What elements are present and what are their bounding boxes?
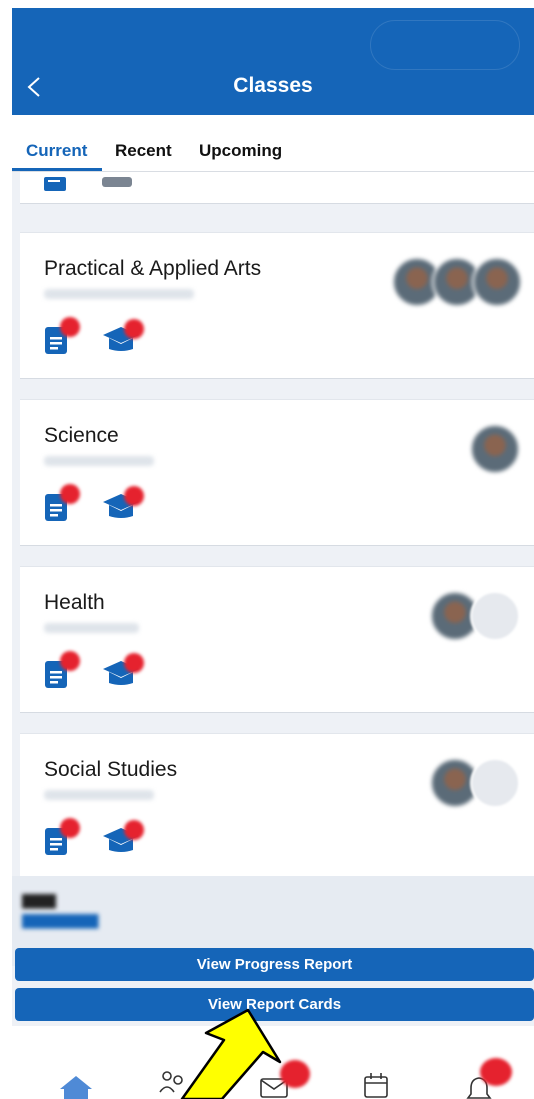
grades-cap-icon — [102, 177, 132, 187]
notification-badge — [60, 818, 80, 838]
class-details — [44, 289, 194, 299]
class-card-health[interactable]: Health — [20, 566, 534, 713]
view-report-cards-button[interactable]: View Report Cards — [15, 988, 534, 1021]
header-decoration — [370, 20, 520, 70]
class-name: Social Studies — [44, 758, 178, 781]
class-name: Practical & Applied Arts — [44, 257, 262, 280]
people-icon[interactable] — [158, 1070, 190, 1099]
assignment-icon — [44, 177, 66, 191]
tab-current[interactable]: Current — [26, 141, 87, 161]
notification-badge — [60, 651, 80, 671]
class-icons — [44, 651, 184, 691]
page-title: Classes — [233, 74, 313, 97]
class-name: Health — [44, 591, 105, 614]
class-details — [44, 456, 154, 466]
class-details — [44, 790, 154, 800]
overall-label: ████ — [22, 894, 57, 908]
class-details — [44, 623, 139, 633]
notification-badge — [124, 653, 144, 673]
app-header: Classes — [12, 8, 534, 115]
calendar-icon[interactable] — [364, 1072, 388, 1098]
class-card[interactable] — [20, 172, 534, 204]
teacher-avatars — [430, 758, 522, 808]
class-card-practical-applied-arts[interactable]: Practical & Applied Arts — [20, 232, 534, 379]
notification-badge — [124, 486, 144, 506]
class-list[interactable]: Practical & Applied Arts Science Health … — [12, 172, 534, 952]
notification-badge — [124, 319, 144, 339]
notification-badge — [124, 820, 144, 840]
active-tab-indicator — [12, 168, 102, 171]
avatar-initials — [470, 591, 520, 641]
class-icons — [44, 317, 184, 357]
class-card-social-studies[interactable]: Social Studies — [20, 733, 534, 880]
notification-badge — [60, 484, 80, 504]
tab-recent[interactable]: Recent — [115, 141, 172, 161]
class-name: Science — [44, 424, 119, 447]
avatar — [472, 257, 522, 307]
class-card-science[interactable]: Science — [20, 399, 534, 546]
class-tabs: Current Recent Upcoming — [12, 115, 534, 172]
teacher-avatars — [430, 591, 522, 641]
mail-badge — [280, 1060, 310, 1088]
view-progress-report-button[interactable]: View Progress Report — [15, 948, 534, 981]
bottom-nav — [12, 1026, 534, 1099]
notification-badge — [60, 317, 80, 337]
classes-screen: Classes Current Recent Upcoming Practica… — [12, 8, 534, 1099]
overall-value: █████████ — [22, 914, 99, 928]
avatar — [470, 424, 520, 474]
notification-badge — [480, 1058, 512, 1086]
home-icon[interactable] — [60, 1076, 92, 1099]
teacher-avatars — [392, 257, 522, 307]
teacher-avatars — [470, 424, 522, 474]
tab-upcoming[interactable]: Upcoming — [199, 141, 282, 161]
class-icons — [44, 818, 184, 858]
class-icons — [44, 484, 184, 524]
avatar-initials — [470, 758, 520, 808]
